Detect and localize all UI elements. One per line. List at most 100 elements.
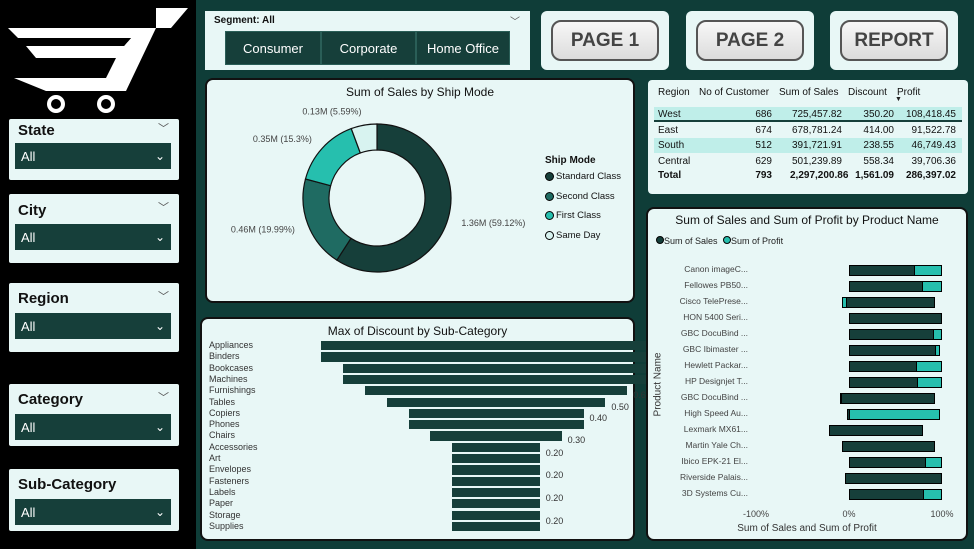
sales-bar bbox=[845, 473, 942, 484]
legend-label: First Class bbox=[556, 210, 601, 221]
report-button[interactable]: REPORT bbox=[830, 11, 958, 70]
subcategory-value: All bbox=[21, 504, 36, 520]
data-label: 0.20 bbox=[545, 447, 564, 458]
region-dropdown[interactable]: All ⌄ bbox=[15, 313, 171, 339]
ship-mode-chart: Sum of Sales by Ship Mode 1.36M (59.12%)… bbox=[205, 78, 635, 303]
discount-bar bbox=[452, 521, 540, 532]
product-label: Hewlett Packar... bbox=[684, 360, 748, 370]
product-label: GBC DocuBind ... bbox=[680, 328, 748, 338]
product-label: Fellowes PB50... bbox=[684, 280, 748, 290]
product-label: GBC Ibimaster ... bbox=[682, 344, 748, 354]
column-header[interactable]: Sum of Sales bbox=[779, 87, 838, 98]
profit-bar bbox=[849, 409, 941, 420]
donut-data-label: 1.36M (59.12%) bbox=[461, 218, 525, 228]
table-cell: 793 bbox=[755, 170, 772, 181]
discount-bar bbox=[452, 499, 540, 509]
subcategory-slicer: Sub-Category All ⌄ bbox=[9, 469, 179, 531]
discount-bar bbox=[452, 510, 540, 520]
x-tick-label: -100% bbox=[742, 509, 769, 519]
table-cell: 350.20 bbox=[863, 109, 894, 120]
legend-swatch bbox=[545, 172, 554, 181]
region-value: All bbox=[21, 318, 36, 334]
state-slicer: State ﹀ All ⌄ bbox=[9, 119, 179, 180]
discount-bar bbox=[408, 408, 584, 419]
table-cell: 414.00 bbox=[863, 124, 894, 136]
segment-home-office-button[interactable]: Home Office bbox=[416, 31, 510, 65]
chevron-down-icon[interactable]: ﹀ bbox=[158, 199, 169, 215]
page1-button[interactable]: PAGE 1 bbox=[541, 11, 669, 70]
column-header[interactable]: Discount bbox=[848, 87, 887, 98]
segment-corporate-button[interactable]: Corporate bbox=[321, 31, 416, 65]
category-label: Appliances bbox=[209, 340, 254, 350]
category-label: Phones bbox=[209, 419, 240, 430]
donut-data-label: 0.13M (5.59%) bbox=[302, 106, 361, 116]
category-label: Storage bbox=[209, 509, 241, 520]
profit-bar bbox=[839, 393, 842, 404]
category-label: Chairs bbox=[209, 430, 236, 441]
product-chart: Sum of Sales and Sum of Profit by Produc… bbox=[646, 207, 968, 541]
table-row: South 512 391,721.91 238.55 46,749.43 bbox=[654, 138, 962, 153]
legend-swatch bbox=[723, 236, 732, 244]
cart-logo-icon bbox=[8, 8, 188, 113]
product-label: Ibico EPK-21 El... bbox=[681, 456, 748, 466]
discount-bar bbox=[321, 352, 671, 362]
table-row: East 674 678,781.24 414.00 91,522.78 bbox=[654, 122, 962, 138]
table-header: Region No of Customer Sum of Sales Discount… bbox=[654, 85, 962, 100]
data-label: 0.20 bbox=[545, 492, 564, 503]
product-label: Canon imageC... bbox=[684, 264, 748, 274]
table-cell: West bbox=[658, 109, 681, 120]
city-slicer-title: City bbox=[18, 202, 47, 219]
chevron-down-icon: ⌄ bbox=[154, 149, 165, 163]
city-dropdown[interactable]: All ⌄ bbox=[15, 224, 171, 250]
sales-bar bbox=[839, 393, 935, 404]
category-label: Labels bbox=[209, 486, 236, 497]
column-header[interactable]: No of Customer bbox=[699, 87, 769, 98]
discount-bar bbox=[452, 476, 540, 486]
category-label: Paper bbox=[209, 498, 234, 509]
table-cell: 558.34 bbox=[863, 155, 894, 167]
table-cell: 46,749.43 bbox=[911, 140, 957, 151]
chevron-down-icon[interactable]: ﹀ bbox=[510, 13, 520, 28]
chevron-down-icon[interactable]: ﹀ bbox=[158, 120, 169, 136]
legend-item: Standard Class bbox=[545, 171, 621, 182]
product-label: GBC DocuBind ... bbox=[680, 392, 748, 402]
segment-consumer-button[interactable]: Consumer bbox=[225, 31, 321, 65]
category-dropdown[interactable]: All ⌄ bbox=[15, 414, 171, 440]
discount-bar bbox=[321, 341, 671, 351]
category-label: Tables bbox=[209, 396, 236, 407]
region-slicer-title: Region bbox=[18, 290, 69, 307]
table-cell: South bbox=[658, 140, 685, 151]
report-label: REPORT bbox=[840, 20, 948, 61]
legend-label: Standard Class bbox=[556, 171, 621, 182]
chevron-down-icon[interactable]: ﹀ bbox=[158, 389, 169, 405]
category-label: Binders bbox=[209, 351, 240, 362]
table-cell: 1,561.09 bbox=[855, 170, 894, 181]
sales-bar bbox=[828, 425, 924, 436]
data-label: 0.30 bbox=[567, 435, 586, 446]
table-total-row: Total 793 2,297,200.86 1,561.09 286,397.02 bbox=[654, 170, 962, 185]
table-cell: 286,397.02 bbox=[905, 170, 956, 181]
profit-bar bbox=[916, 377, 942, 388]
data-label: 0.40 bbox=[589, 412, 608, 423]
profit-bar bbox=[923, 489, 942, 500]
sales-bar bbox=[841, 441, 935, 452]
table-cell: 686 bbox=[755, 109, 772, 120]
subcategory-dropdown[interactable]: All ⌄ bbox=[15, 499, 171, 525]
table-cell: Total bbox=[658, 170, 682, 181]
table-row: Central 629 501,239.89 558.34 39,706.36 bbox=[654, 153, 962, 169]
state-dropdown[interactable]: All ⌄ bbox=[15, 143, 171, 169]
donut-slice[interactable] bbox=[304, 127, 362, 187]
column-header[interactable]: Region bbox=[658, 87, 690, 98]
table-cell: 39,706.36 bbox=[911, 155, 957, 167]
legend-item: First Class bbox=[545, 210, 601, 221]
chevron-down-icon: ⌄ bbox=[154, 505, 165, 519]
chevron-down-icon: ⌄ bbox=[154, 230, 165, 244]
discount-bar bbox=[452, 465, 540, 475]
category-label: Furnishings bbox=[209, 385, 256, 396]
table-cell: 674 bbox=[755, 124, 772, 136]
page2-button[interactable]: PAGE 2 bbox=[686, 11, 814, 70]
chevron-down-icon[interactable]: ﹀ bbox=[158, 288, 169, 304]
donut-slice[interactable] bbox=[302, 178, 352, 261]
region-slicer: Region ﹀ All ⌄ bbox=[9, 283, 179, 352]
chart-title: Sum of Sales and Sum of Profit by Produc… bbox=[675, 213, 939, 227]
